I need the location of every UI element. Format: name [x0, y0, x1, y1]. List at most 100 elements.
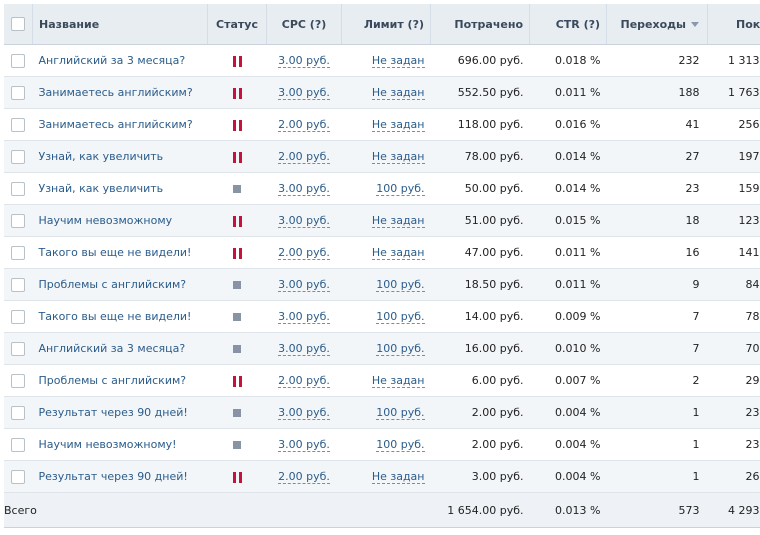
header-clicks[interactable]: Переходы	[607, 4, 708, 45]
row-checkbox[interactable]	[11, 470, 25, 484]
stop-status-icon[interactable]	[233, 441, 241, 449]
limit-edit-link[interactable]: Не задан	[372, 470, 425, 484]
status-cell	[208, 141, 267, 173]
limit-edit-link[interactable]: 100 руб.	[376, 342, 424, 356]
row-checkbox[interactable]	[11, 54, 25, 68]
header-ctr[interactable]: CTR (?)	[530, 4, 607, 45]
limit-cell: 100 руб.	[342, 173, 431, 205]
row-checkbox[interactable]	[11, 438, 25, 452]
shows-cell: 141 658	[708, 237, 760, 269]
row-checkbox[interactable]	[11, 374, 25, 388]
pause-status-icon[interactable]	[233, 472, 242, 483]
limit-edit-link[interactable]: 100 руб.	[376, 278, 424, 292]
cpc-edit-link[interactable]: 3.00 руб.	[278, 278, 330, 292]
cpc-cell: 3.00 руб.	[267, 301, 342, 333]
cpc-edit-link[interactable]: 2.00 руб.	[278, 470, 330, 484]
campaign-name-link[interactable]: Узнай, как увеличить	[39, 182, 164, 195]
cpc-edit-link[interactable]: 2.00 руб.	[278, 246, 330, 260]
header-status[interactable]: Статус	[208, 4, 267, 45]
clicks-cell: 9	[607, 269, 708, 301]
pause-status-icon[interactable]	[233, 152, 242, 163]
cpc-edit-link[interactable]: 2.00 руб.	[278, 374, 330, 388]
cpc-edit-link[interactable]: 3.00 руб.	[278, 406, 330, 420]
limit-edit-link[interactable]: Не задан	[372, 214, 425, 228]
limit-edit-link[interactable]: Не задан	[372, 86, 425, 100]
row-checkbox[interactable]	[11, 246, 25, 260]
campaign-name-link[interactable]: Занимаетесь английским?	[39, 118, 193, 131]
row-checkbox[interactable]	[11, 86, 25, 100]
stop-status-icon[interactable]	[233, 185, 241, 193]
campaign-name-link[interactable]: Результат через 90 дней!	[39, 470, 188, 483]
cpc-edit-link[interactable]: 2.00 руб.	[278, 150, 330, 164]
cpc-edit-link[interactable]: 3.00 руб.	[278, 438, 330, 452]
header-limit[interactable]: Лимит (?)	[342, 4, 431, 45]
campaign-name-link[interactable]: Занимаетесь английским?	[39, 86, 193, 99]
limit-edit-link[interactable]: 100 руб.	[376, 310, 424, 324]
cpc-edit-link[interactable]: 2.00 руб.	[278, 118, 330, 132]
limit-edit-link[interactable]: Не задан	[372, 246, 425, 260]
row-checkbox[interactable]	[11, 342, 25, 356]
row-select-cell	[4, 333, 33, 365]
limit-cell: Не задан	[342, 77, 431, 109]
campaign-name-cell: Проблемы с английским?	[33, 365, 208, 397]
total-limit-empty	[342, 493, 431, 528]
limit-edit-link[interactable]: 100 руб.	[376, 438, 424, 452]
campaign-name-link[interactable]: Узнай, как увеличить	[39, 150, 164, 163]
row-checkbox[interactable]	[11, 182, 25, 196]
limit-edit-link[interactable]: Не задан	[372, 150, 425, 164]
clicks-cell: 18	[607, 205, 708, 237]
cpc-edit-link[interactable]: 3.00 руб.	[278, 214, 330, 228]
shows-cell: 29 937	[708, 365, 760, 397]
cpc-edit-link[interactable]: 3.00 руб.	[278, 86, 330, 100]
header-name[interactable]: Название	[33, 4, 208, 45]
limit-edit-link[interactable]: Не задан	[372, 118, 425, 132]
pause-status-icon[interactable]	[233, 56, 242, 67]
row-checkbox[interactable]	[11, 278, 25, 292]
campaign-name-link[interactable]: Такого вы еще не видели!	[39, 246, 192, 259]
cpc-edit-link[interactable]: 3.00 руб.	[278, 342, 330, 356]
stop-status-icon[interactable]	[233, 345, 241, 353]
cpc-edit-link[interactable]: 3.00 руб.	[278, 182, 330, 196]
pause-status-icon[interactable]	[233, 248, 242, 259]
status-cell	[208, 397, 267, 429]
campaign-name-link[interactable]: Научим невозможному	[39, 214, 173, 227]
campaign-name-link[interactable]: Проблемы с английским?	[39, 278, 187, 291]
header-shows[interactable]: Показы	[708, 4, 760, 45]
pause-status-icon[interactable]	[233, 120, 242, 131]
row-checkbox[interactable]	[11, 310, 25, 324]
limit-cell: Не задан	[342, 461, 431, 493]
limit-edit-link[interactable]: 100 руб.	[376, 182, 424, 196]
stop-status-icon[interactable]	[233, 409, 241, 417]
campaign-name-link[interactable]: Проблемы с английским?	[39, 374, 187, 387]
limit-edit-link[interactable]: Не задан	[372, 374, 425, 388]
row-checkbox[interactable]	[11, 214, 25, 228]
campaign-name-link[interactable]: Такого вы еще не видели!	[39, 310, 192, 323]
limit-edit-link[interactable]: 100 руб.	[376, 406, 424, 420]
row-select-cell	[4, 45, 33, 77]
limit-cell: Не задан	[342, 237, 431, 269]
campaign-name-link[interactable]: Результат через 90 дней!	[39, 406, 188, 419]
header-name-label: Название	[39, 18, 99, 31]
row-checkbox[interactable]	[11, 118, 25, 132]
row-checkbox[interactable]	[11, 406, 25, 420]
select-all-checkbox[interactable]	[11, 17, 25, 31]
pause-status-icon[interactable]	[233, 88, 242, 99]
cpc-edit-link[interactable]: 3.00 руб.	[278, 310, 330, 324]
ctr-cell: 0.011 %	[530, 77, 607, 109]
campaign-name-link[interactable]: Английский за 3 месяца?	[39, 342, 186, 355]
ctr-cell: 0.011 %	[530, 269, 607, 301]
campaign-name-link[interactable]: Английский за 3 месяца?	[39, 54, 186, 67]
cpc-edit-link[interactable]: 3.00 руб.	[278, 54, 330, 68]
pause-status-icon[interactable]	[233, 376, 242, 387]
campaign-name-link[interactable]: Научим невозможному!	[39, 438, 177, 451]
header-cpc[interactable]: CPC (?)	[267, 4, 342, 45]
row-checkbox[interactable]	[11, 150, 25, 164]
pause-status-icon[interactable]	[233, 216, 242, 227]
stop-status-icon[interactable]	[233, 313, 241, 321]
header-spent[interactable]: Потрачено	[431, 4, 530, 45]
limit-edit-link[interactable]: Не задан	[372, 54, 425, 68]
stop-status-icon[interactable]	[233, 281, 241, 289]
table-row: Такого вы еще не видели! 2.00 руб. Не зада…	[4, 237, 760, 269]
table-row: Английский за 3 месяца? 3.00 руб. Не задан…	[4, 45, 760, 77]
shows-cell: 256 327	[708, 109, 760, 141]
